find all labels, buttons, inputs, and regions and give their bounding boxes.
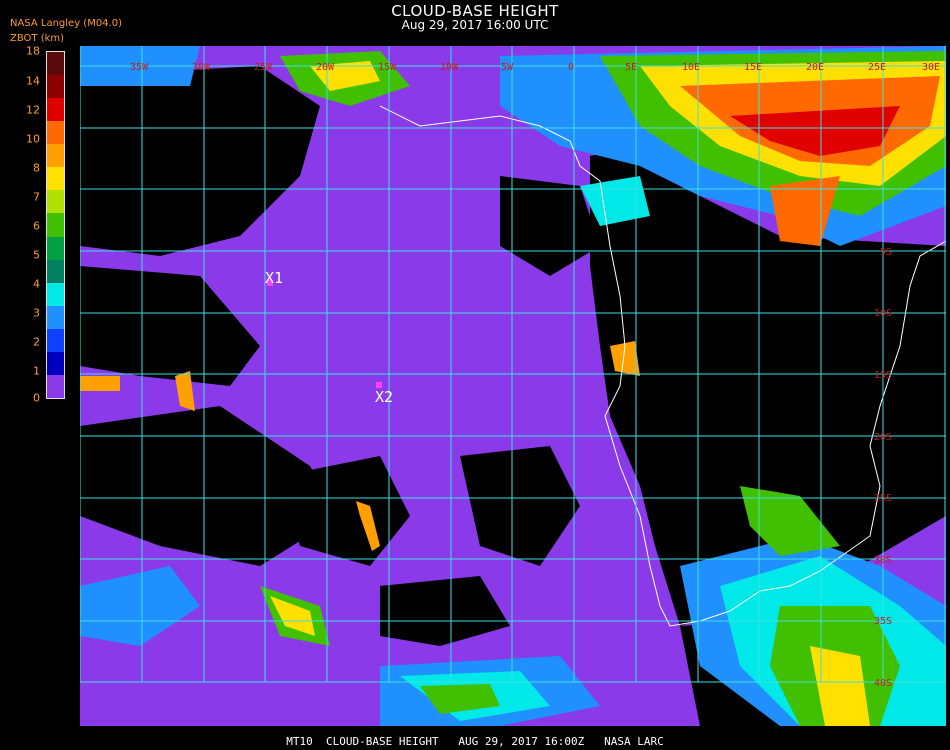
- lat-label: 35S: [874, 616, 892, 627]
- colorbar-tick: 3: [33, 306, 40, 320]
- colorbar-label: ZBOT (km): [10, 33, 65, 44]
- lon-label: 30E: [922, 62, 940, 73]
- colorbar-tick: 10: [26, 132, 40, 146]
- colorbar-tick: 14: [26, 74, 40, 88]
- lon-label: 5W: [501, 62, 514, 73]
- colorbar-segment: [47, 213, 64, 237]
- marker-x2-label: X2: [375, 388, 393, 406]
- colorbar-segment: [47, 236, 64, 260]
- lat-label: 15S: [874, 370, 892, 381]
- lat-label: 10S: [874, 308, 892, 319]
- lon-label: 15W: [378, 62, 397, 73]
- lon-label: 0: [568, 62, 574, 73]
- colorbar-segment: [47, 328, 64, 352]
- footer-caption: MT10 CLOUD-BASE HEIGHT AUG 29, 2017 16:0…: [286, 735, 664, 748]
- marker-x1: X1: [265, 269, 283, 287]
- colorbar-tick: 6: [33, 219, 40, 233]
- satellite-map: 35W 30W 25W 20W 15W 10W 5W 0 5E 10E 15E …: [80, 46, 946, 726]
- colorbar-tick: 8: [33, 161, 40, 175]
- lon-label: 25W: [254, 62, 273, 73]
- colorbar-tick: 5: [33, 248, 40, 262]
- colorbar-tick: 1: [33, 364, 40, 378]
- lat-label: 30S: [874, 555, 892, 566]
- lat-label: 20S: [874, 432, 892, 443]
- lon-label: 35W: [130, 62, 149, 73]
- map-timestamp: Aug 29, 2017 16:00 UTC: [401, 18, 549, 32]
- lon-label: 10W: [440, 62, 459, 73]
- colorbar-segment: [47, 351, 64, 375]
- colorbar-segment: [47, 98, 64, 122]
- lat-label: 40S: [874, 678, 892, 689]
- colorbar-tick: 7: [33, 190, 40, 204]
- marker-x1-label: X1: [265, 269, 283, 287]
- lon-label: 20E: [806, 62, 824, 73]
- colorbar-segment: [47, 305, 64, 329]
- colorbar-tick: 0: [33, 391, 40, 405]
- credit-label: NASA Langley (M04.0): [10, 18, 122, 29]
- lon-label: 25E: [868, 62, 886, 73]
- colorbar-tick: 2: [33, 335, 40, 349]
- colorbar-tick: 18: [26, 44, 40, 58]
- colorbar-segment: [47, 121, 64, 145]
- colorbar-segment: [47, 190, 64, 214]
- lon-label: 5E: [625, 62, 637, 73]
- lon-label: 15E: [744, 62, 762, 73]
- colorbar-segment: [47, 75, 64, 99]
- lat-label: 5S: [880, 247, 892, 258]
- colorbar: [46, 51, 65, 399]
- colorbar-segment: [47, 282, 64, 306]
- colorbar-segment: [47, 144, 64, 168]
- colorbar-segment: [47, 52, 64, 76]
- lon-label: 30W: [192, 62, 211, 73]
- colorbar-segment: [47, 259, 64, 283]
- lon-label: 20W: [316, 62, 335, 73]
- colorbar-tick: 4: [33, 277, 40, 291]
- colorbar-tick: 12: [26, 103, 40, 117]
- lon-label: 10E: [682, 62, 700, 73]
- lat-label: 25S: [874, 493, 892, 504]
- colorbar-segment: [47, 167, 64, 191]
- colorbar-segment: [47, 374, 64, 398]
